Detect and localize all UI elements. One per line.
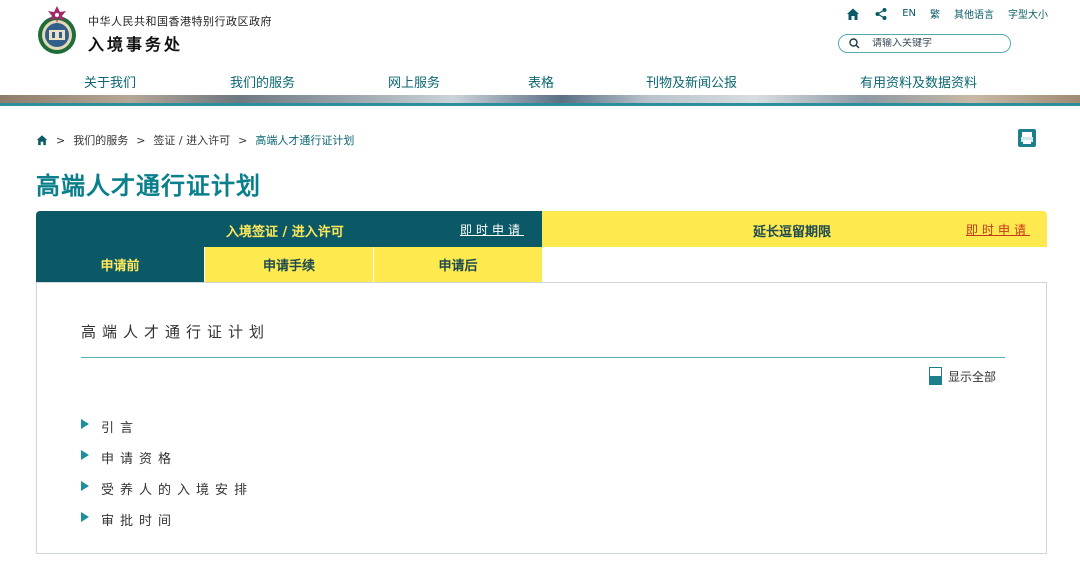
accordion-item-processing-time[interactable]: 审批时间 <box>81 504 253 535</box>
content-panel: 高端人才通行证计划 显示全部 引言 申请资格 受养人的入境安排 审批时间 <box>36 282 1047 554</box>
section-divider <box>81 357 1005 358</box>
accordion-item-eligibility[interactable]: 申请资格 <box>81 442 253 473</box>
header-divider <box>0 103 1080 106</box>
home-icon[interactable] <box>846 7 860 21</box>
department-name[interactable]: 入境事务处 <box>88 31 183 55</box>
breadcrumb-current: 高端人才通行证计划 <box>255 134 355 147</box>
show-all-toggle[interactable]: 显示全部 <box>929 367 996 385</box>
nav-online-services[interactable]: 网上服务 <box>388 72 440 91</box>
tab-extension-of-stay[interactable]: 延长逗留期限 即时申请 <box>542 211 1047 247</box>
nav-publications-press[interactable]: 刊物及新闻公报 <box>646 72 737 91</box>
department-logo-icon[interactable] <box>36 4 78 58</box>
top-utility-links: EN 繁 其他语言 字型大小 <box>846 6 1048 21</box>
expand-arrow-icon <box>81 480 89 491</box>
main-navigation: 关于我们 我们的服务 网上服务 表格 刊物及新闻公报 有用资料及数据资料 <box>0 72 1080 92</box>
print-icon[interactable] <box>1018 129 1036 147</box>
accordion-item-dependants[interactable]: 受养人的入境安排 <box>81 473 253 504</box>
accordion-label: 审批时间 <box>101 514 178 529</box>
header-banner-image <box>0 95 1080 103</box>
breadcrumb-separator: > <box>136 133 146 147</box>
apply-now-entry-visa-link[interactable]: 即时申请 <box>460 221 524 238</box>
government-name: 中华人民共和国香港特别行政区政府 <box>88 15 272 28</box>
breadcrumb-separator: > <box>238 133 248 147</box>
tab-extension-of-stay-label: 延长逗留期限 <box>753 225 832 240</box>
subtab-before-application[interactable]: 申请前 <box>36 247 204 282</box>
expand-all-icon <box>929 367 942 385</box>
breadcrumb-separator: > <box>56 133 66 147</box>
nav-our-services[interactable]: 我们的服务 <box>230 72 295 91</box>
expand-arrow-icon <box>81 418 89 429</box>
breadcrumb: > 我们的服务 > 签证 / 进入许可 > 高端人才通行证计划 <box>36 132 354 148</box>
home-icon[interactable] <box>36 134 48 146</box>
accordion-label: 引言 <box>101 421 140 436</box>
other-languages-link[interactable]: 其他语言 <box>954 6 994 21</box>
expand-arrow-icon <box>81 511 89 522</box>
show-all-label: 显示全部 <box>948 369 997 384</box>
search-input[interactable] <box>872 38 1002 49</box>
share-icon[interactable] <box>874 7 888 21</box>
tab-entry-visa[interactable]: 入境签证 / 进入许可 即时申请 <box>36 211 542 247</box>
apply-now-extension-link[interactable]: 即时申请 <box>966 221 1030 238</box>
accordion-label: 受养人的入境安排 <box>101 483 254 498</box>
site-header: 中华人民共和国香港特别行政区政府 入境事务处 EN 繁 其他语言 字型大小 关于… <box>0 0 1080 95</box>
nav-useful-info[interactable]: 有用资料及数据资料 <box>860 72 977 91</box>
search-icon[interactable] <box>849 38 860 49</box>
search-box[interactable] <box>838 34 1011 53</box>
nav-about-us[interactable]: 关于我们 <box>84 72 136 91</box>
breadcrumb-our-services[interactable]: 我们的服务 <box>73 132 128 148</box>
subtab-after-application[interactable]: 申请后 <box>374 247 542 282</box>
tab-entry-visa-label: 入境签证 / 进入许可 <box>226 225 344 240</box>
accordion-item-introduction[interactable]: 引言 <box>81 411 253 442</box>
page-title: 高端人才通行证计划 <box>36 172 261 200</box>
breadcrumb-visa-entry-permit[interactable]: 签证 / 进入许可 <box>153 132 230 148</box>
accordion-label: 申请资格 <box>101 452 178 467</box>
expand-arrow-icon <box>81 449 89 460</box>
accordion-list: 引言 申请资格 受养人的入境安排 审批时间 <box>81 411 253 535</box>
lang-trad-link[interactable]: 繁 <box>930 6 940 21</box>
nav-forms[interactable]: 表格 <box>528 72 554 91</box>
font-size-link[interactable]: 字型大小 <box>1008 6 1048 21</box>
lang-en-link[interactable]: EN <box>902 8 916 19</box>
subtab-application-procedure[interactable]: 申请手续 <box>205 247 373 282</box>
section-title: 高端人才通行证计划 <box>81 323 271 341</box>
